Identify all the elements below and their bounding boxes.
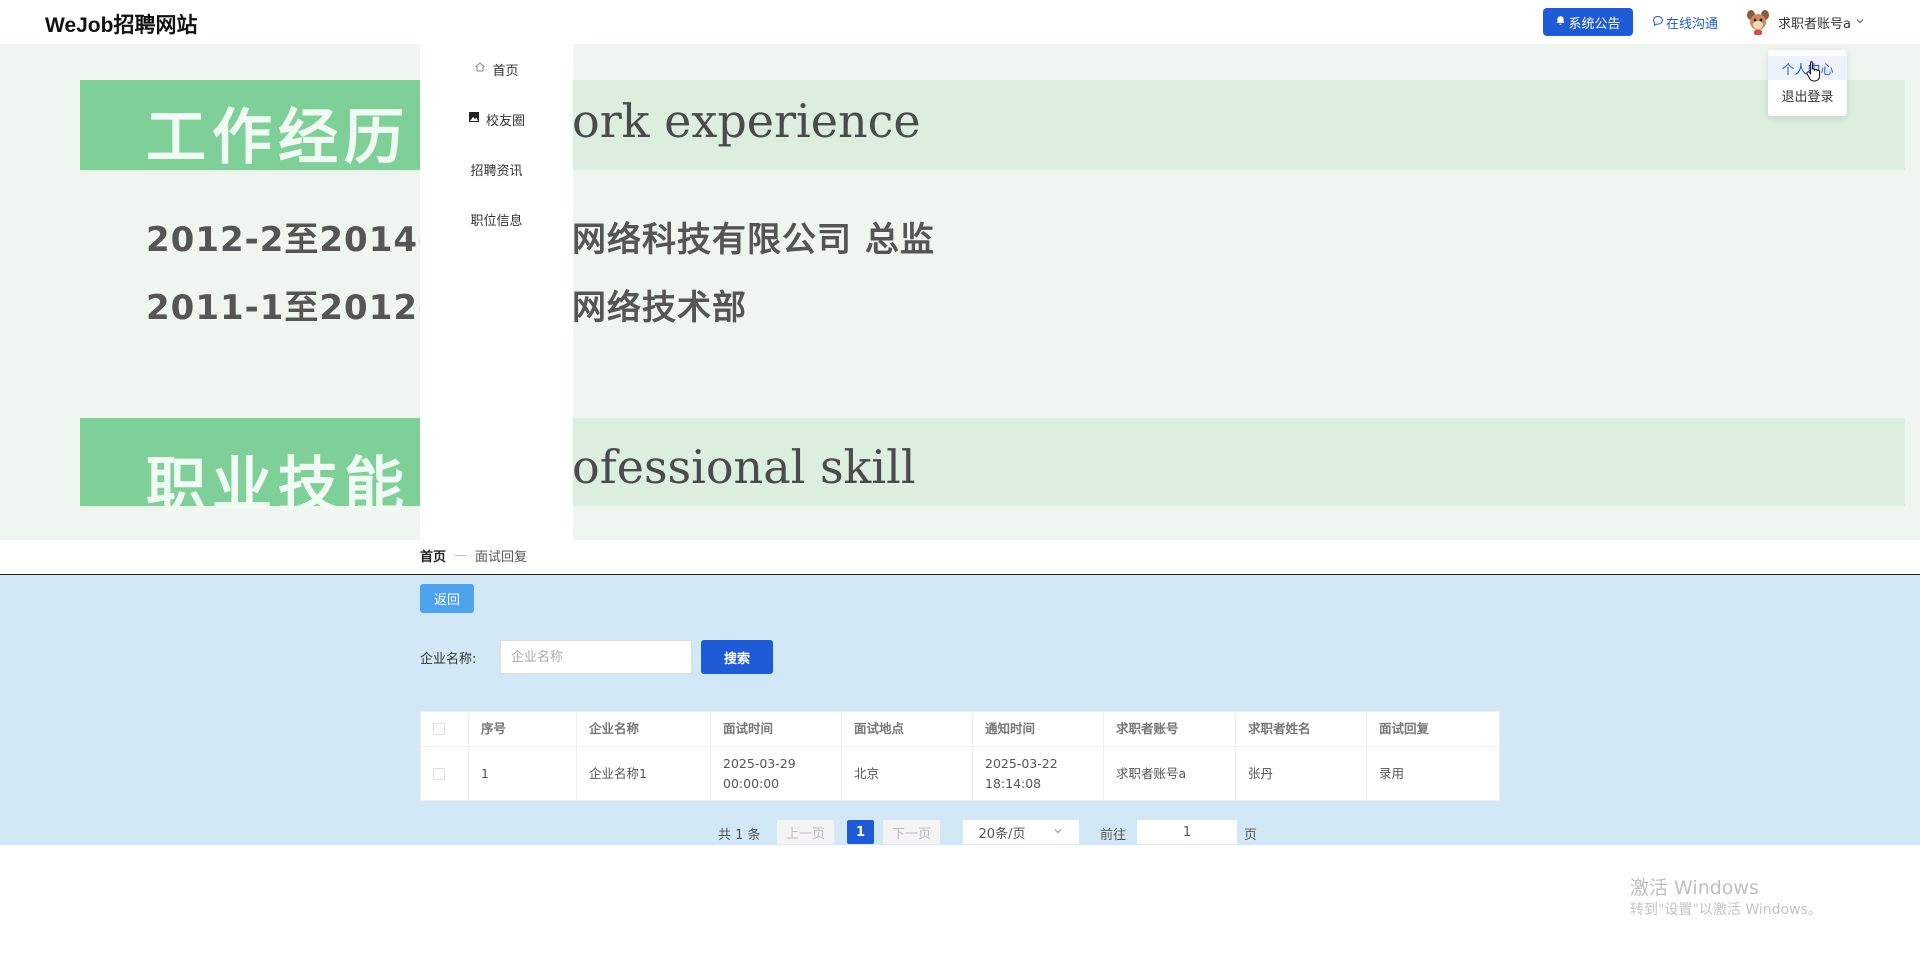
- image-icon: [468, 111, 480, 127]
- column-header[interactable]: 序号: [469, 712, 577, 746]
- bell-icon: [1555, 15, 1566, 30]
- prev-page-button[interactable]: 上一页: [777, 820, 835, 844]
- column-header[interactable]: 面试时间: [711, 712, 842, 746]
- banner-section1-cn: 工作经历: [146, 103, 410, 173]
- banner-section2-en: ofessional skill: [572, 440, 916, 494]
- interview-reply-table: 序号 企业名称 面试时间 面试地点 通知时间 求职者账号 求职者姓名 面试回复 …: [420, 711, 1500, 801]
- menu-item-logout[interactable]: 退出登录: [1768, 83, 1847, 107]
- select-all-cell: [421, 712, 469, 746]
- page-unit-label: 页: [1244, 828, 1258, 843]
- pagination: 共 1 条 上一页 1 下一页 20条/页 前往 1 页: [0, 820, 1920, 844]
- nav-item-job-info[interactable]: 职位信息: [420, 204, 573, 234]
- column-header[interactable]: 通知时间: [973, 712, 1104, 746]
- table-row[interactable]: 1 企业名称1 2025-03-29 00:00:00 北京 2025-03-2…: [421, 747, 1499, 800]
- content-area: [0, 574, 1920, 845]
- table-cell: 2025-03-22 18:14:08: [973, 747, 1104, 800]
- system-notice-label: 系统公告: [1568, 16, 1621, 32]
- search-button[interactable]: 搜索: [701, 640, 773, 674]
- nav-item-label: 校友圈: [485, 113, 525, 129]
- page-number-1[interactable]: 1: [847, 820, 874, 844]
- table-header-row: 序号 企业名称 面试时间 面试地点 通知时间 求职者账号 求职者姓名 面试回复: [421, 712, 1499, 747]
- back-button[interactable]: 返回: [420, 584, 474, 613]
- online-chat-label: 在线沟通: [1666, 17, 1719, 32]
- chat-bubble-icon: [1652, 15, 1664, 31]
- nav-item-label: 职位信息: [470, 213, 523, 229]
- online-chat-link[interactable]: 在线沟通: [1652, 13, 1718, 32]
- home-icon: [474, 61, 486, 77]
- breadcrumb-home[interactable]: 首页: [420, 546, 446, 565]
- banner-line1-left: 2012-2至2014-1: [146, 220, 458, 260]
- breadcrumb-current: 面试回复: [475, 550, 528, 565]
- pagination-total: 共 1 条: [718, 828, 761, 843]
- site-logo[interactable]: WeJob招聘网站: [45, 9, 197, 39]
- user-name-label: 求职者账号a: [1778, 17, 1851, 32]
- goto-page-input[interactable]: 1: [1137, 820, 1237, 844]
- search-label: 企业名称:: [420, 652, 477, 667]
- nav-item-recruit-news[interactable]: 招聘资讯: [420, 154, 573, 184]
- banner-line2-left: 2011-1至2012-2: [146, 288, 458, 328]
- banner-line2-right: 网络技术部: [572, 288, 747, 328]
- user-menu-trigger[interactable]: 求职者账号a: [1778, 13, 1865, 32]
- page-size-select[interactable]: 20条/页: [963, 820, 1079, 844]
- next-page-button[interactable]: 下一页: [883, 820, 941, 844]
- goto-label: 前往: [1100, 828, 1127, 843]
- table-cell: 录用: [1379, 765, 1405, 781]
- windows-activation-subtitle: 转到"设置"以激活 Windows。: [1630, 902, 1822, 918]
- column-header[interactable]: 面试回复: [1367, 712, 1499, 746]
- company-name-search-input[interactable]: [500, 640, 692, 674]
- column-header[interactable]: 求职者姓名: [1236, 712, 1367, 746]
- top-header: WeJob招聘网站 系统公告 在线沟通 求职者账号a: [0, 0, 1920, 44]
- windows-activation-title: 激活 Windows: [1630, 877, 1759, 899]
- table-cell: 北京: [842, 747, 973, 800]
- select-all-checkbox[interactable]: [433, 723, 445, 735]
- hand-cursor-icon: [1806, 60, 1822, 86]
- nav-item-alumni[interactable]: 校友圈: [420, 104, 573, 134]
- banner-line1-right: 网络科技有限公司 总监: [572, 220, 935, 260]
- breadcrumb-separator: —: [454, 548, 468, 563]
- table-cell: 1: [469, 747, 577, 800]
- column-header[interactable]: 求职者账号: [1104, 712, 1236, 746]
- breadcrumb: 首页 — 面试回复: [420, 546, 527, 565]
- avatar[interactable]: [1745, 8, 1771, 36]
- nav-item-label: 招聘资讯: [470, 163, 523, 179]
- table-cell: 2025-03-29 00:00:00: [711, 747, 842, 800]
- nav-item-label: 首页: [492, 63, 519, 79]
- table-cell: 张丹: [1236, 747, 1367, 800]
- nav-item-home[interactable]: 首页: [420, 54, 573, 84]
- banner-section2-cn: 职业技能: [146, 451, 410, 521]
- resume-banner-image: 工作经历 ork experience 2012-2至2014-1 网络科技有限…: [0, 44, 1920, 540]
- table-cell: 企业名称1: [577, 747, 711, 800]
- banner-section1-en: ork experience: [572, 94, 921, 148]
- column-header[interactable]: 企业名称: [577, 712, 711, 746]
- system-notice-button[interactable]: 系统公告: [1543, 8, 1633, 36]
- chevron-down-icon: [1855, 15, 1865, 30]
- chevron-down-icon: [1053, 825, 1063, 840]
- column-header[interactable]: 面试地点: [842, 712, 973, 746]
- page-size-value: 20条/页: [978, 826, 1026, 842]
- side-nav: 首页 校友圈 招聘资讯 职位信息: [420, 44, 573, 540]
- row-checkbox[interactable]: [433, 767, 445, 780]
- table-cell: 求职者账号a: [1104, 747, 1236, 800]
- row-select-cell: [421, 747, 469, 800]
